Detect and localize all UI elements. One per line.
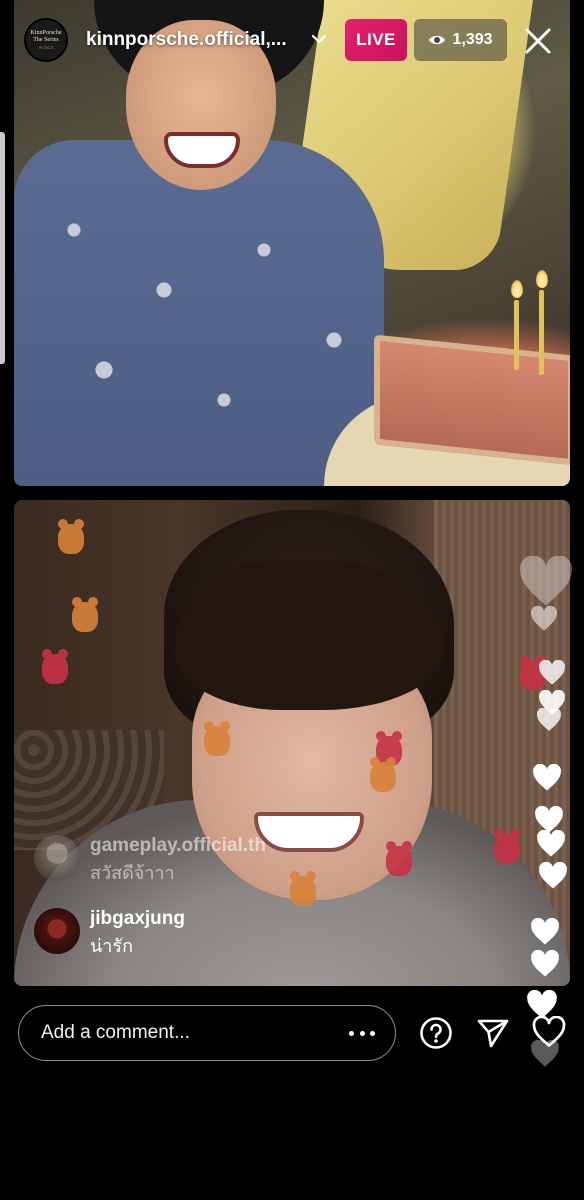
host-avatar-line-1: KinnPorsche: [30, 29, 62, 36]
candle: [514, 300, 519, 370]
gummy-bear-filter: [204, 721, 230, 756]
gummy-bear-filter: [370, 757, 396, 792]
commenter-avatar[interactable]: [34, 908, 80, 954]
floating-heart-icon: [537, 830, 565, 857]
floating-heart-icon: [533, 764, 561, 791]
floating-heart-icon: [531, 950, 559, 977]
gummy-bear-filter: [42, 649, 68, 684]
comment-input[interactable]: [41, 1022, 321, 1044]
candle-flame: [511, 280, 523, 298]
comment-text: สวัสดีจ้าาา: [90, 863, 175, 883]
live-comment[interactable]: gameplay.official.th สวัสดีจ้าาา: [34, 835, 266, 885]
live-badge: LIVE: [345, 19, 407, 61]
gummy-bear-filter: [386, 841, 412, 876]
question-icon[interactable]: [419, 1016, 453, 1050]
floating-heart-icon: [531, 606, 557, 631]
gummy-bear-filter: [58, 519, 84, 554]
heart-icon[interactable]: [532, 1016, 566, 1048]
host-username[interactable]: kinnporsche.official,...: [86, 29, 287, 51]
candle: [539, 290, 544, 375]
comment-composer[interactable]: [18, 1005, 396, 1061]
viewer-count-badge[interactable]: 1,393: [414, 19, 507, 61]
floating-heart-icon: [531, 918, 559, 945]
host-shirt: [14, 140, 384, 486]
guest-bangs: [174, 560, 444, 710]
gummy-bear-filter: [72, 597, 98, 632]
host-video-stream: [14, 0, 570, 486]
host-avatar[interactable]: KinnPorsche The Series WORLD: [24, 18, 68, 62]
chevron-down-icon[interactable]: [308, 28, 330, 50]
floating-heart-icon: [539, 862, 567, 889]
floating-heart-icon: [520, 556, 572, 606]
commenter-username[interactable]: jibgaxjung: [90, 908, 185, 930]
host-avatar-line-2: The Series: [33, 36, 59, 43]
send-icon[interactable]: [476, 1017, 510, 1049]
comment-text: น่ารัก: [90, 936, 133, 956]
floating-heart-icon: [536, 708, 562, 731]
gummy-bear-filter: [290, 871, 316, 906]
more-icon[interactable]: [349, 1023, 375, 1043]
live-comment[interactable]: jibgaxjung น่ารัก: [34, 908, 185, 958]
floating-heart-icon: [539, 660, 565, 685]
host-avatar-tag: WORLD: [38, 44, 54, 50]
guest-smile: [254, 812, 364, 852]
commenter-avatar[interactable]: [34, 835, 80, 881]
viewer-count: 1,393: [452, 31, 493, 48]
edge-panel-handle[interactable]: [0, 132, 5, 364]
commenter-username[interactable]: gameplay.official.th: [90, 835, 266, 857]
candle-flame: [536, 270, 548, 288]
close-icon[interactable]: [521, 24, 555, 58]
gummy-bear-filter: [494, 829, 520, 864]
eye-icon: [429, 35, 446, 45]
